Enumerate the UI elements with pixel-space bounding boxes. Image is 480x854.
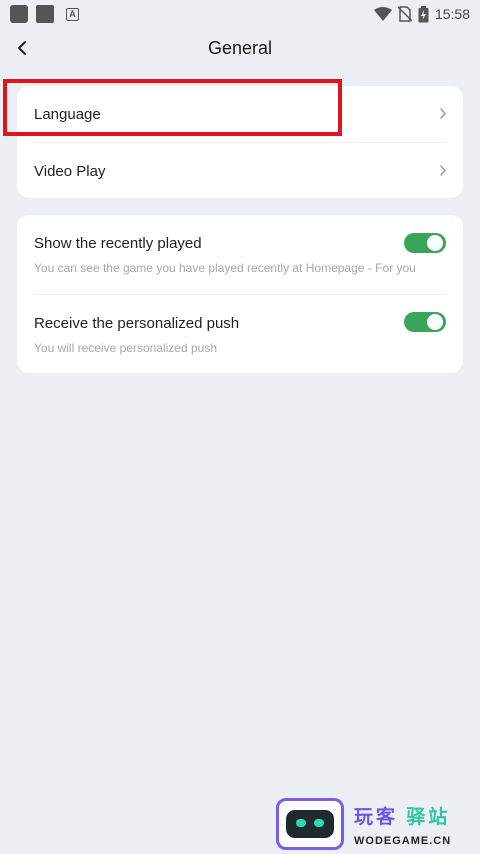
personalized-push-description: You will receive personalized push <box>34 341 217 355</box>
watermark: 玩客 驿站 WODEGAME.CN <box>276 798 476 850</box>
toggle-knob <box>427 235 443 251</box>
page-title: General <box>207 37 273 58</box>
watermark-cn-1: 玩客 <box>354 806 399 828</box>
chevron-left-icon <box>18 41 26 55</box>
language-label: Language <box>34 105 101 123</box>
toggle-knob <box>427 314 443 330</box>
personalized-push-title: Receive the personalized push <box>34 315 240 332</box>
navigation-card: Language Video Play <box>17 86 463 198</box>
personalized-push-setting: Receive the personalized push You will r… <box>17 295 463 373</box>
language-row[interactable]: Language <box>17 86 463 142</box>
preferences-card: Show the recently played You can see the… <box>17 215 463 373</box>
recently-played-toggle[interactable] <box>404 233 446 253</box>
video-play-row[interactable]: Video Play <box>17 143 463 199</box>
wifi-icon <box>373 7 392 21</box>
recently-played-title: Show the recently played <box>34 235 202 252</box>
no-sim-icon <box>397 6 412 22</box>
watermark-en: WODEGAME.CN <box>354 834 452 847</box>
chevron-right-icon <box>440 165 447 176</box>
personalized-push-toggle[interactable] <box>404 312 446 332</box>
recently-played-setting: Show the recently played You can see the… <box>17 215 463 294</box>
status-bar: A 15:58 <box>0 0 480 28</box>
a-icon: A <box>66 7 79 21</box>
battery-charging-icon <box>418 5 429 22</box>
chevron-right-icon <box>440 108 447 119</box>
back-button[interactable] <box>10 34 34 62</box>
video-play-label: Video Play <box>34 162 106 180</box>
recently-played-description: You can see the game you have played rec… <box>34 261 416 275</box>
status-time: 15:58 <box>434 6 470 22</box>
watermark-cn-2: 驿站 <box>406 806 451 828</box>
watermark-logo-icon <box>276 798 344 850</box>
top-bar: General <box>0 28 480 68</box>
app-icon <box>10 5 28 23</box>
clipboard-icon <box>36 5 54 23</box>
